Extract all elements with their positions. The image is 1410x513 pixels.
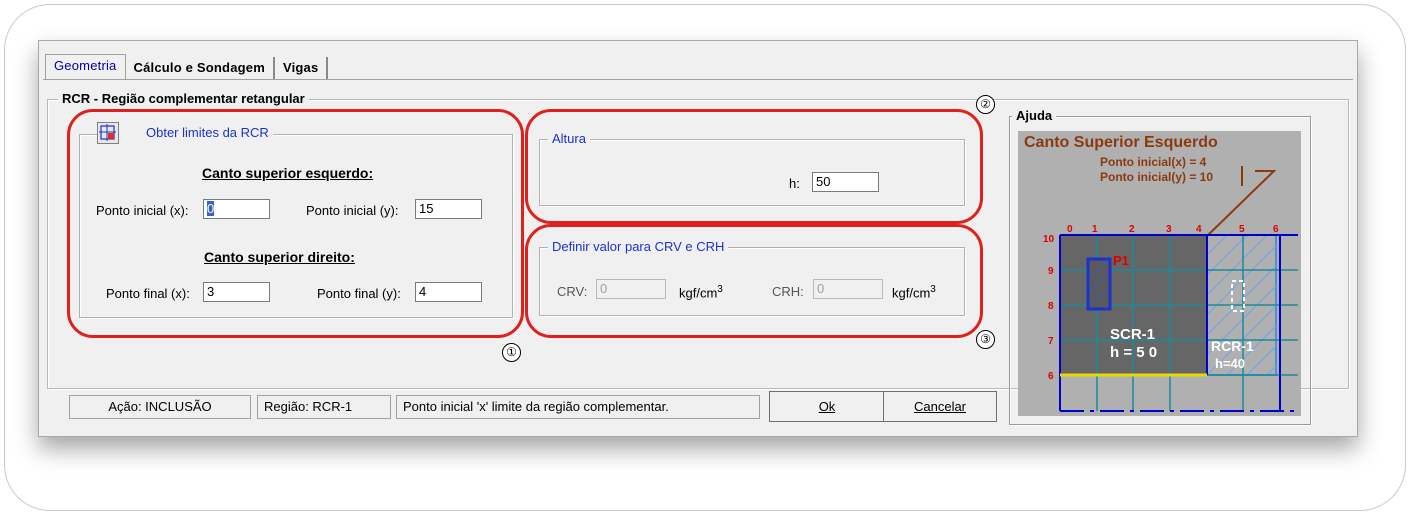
- help-title: Ajuda: [1012, 108, 1057, 123]
- tab-geometria[interactable]: Geometria: [45, 54, 126, 79]
- p1-rect: [1086, 257, 1112, 311]
- dialog-window: Geometria Cálculo e Sondagem Vigas RCR -…: [38, 40, 1358, 437]
- cancel-label: Cancelar: [913, 399, 967, 414]
- status-regiao: Região: RCR-1: [257, 395, 391, 419]
- tick-y-8: 8: [1048, 301, 1054, 312]
- tab-calculo-sondagem[interactable]: Cálculo e Sondagem: [126, 57, 275, 79]
- annotation-box-3: [525, 224, 983, 338]
- tick-y-9: 9: [1048, 266, 1054, 277]
- tick-y-6: 6: [1048, 371, 1054, 382]
- rcr-h-label: h=40: [1215, 356, 1245, 371]
- tick-x-5: 5: [1239, 224, 1245, 235]
- tick-x-6: 6: [1273, 224, 1279, 235]
- marker-1: ①: [502, 343, 521, 362]
- tick-x-2: 2: [1129, 224, 1135, 235]
- rcr-group-title: RCR - Região complementar retangular: [58, 91, 309, 106]
- cancel-button[interactable]: Cancelar: [883, 391, 997, 422]
- tick-x-3: 3: [1166, 224, 1172, 235]
- annotation-box-1: [67, 109, 524, 338]
- scr-label: SCR-1: [1110, 326, 1155, 343]
- tick-y-10: 10: [1043, 234, 1055, 245]
- marker-3: ③: [976, 330, 995, 349]
- help-line1: Ponto inicial(x) = 4: [1100, 155, 1207, 169]
- annotation-box-2: [525, 109, 983, 224]
- status-message: Ponto inicial 'x' limite da região compl…: [396, 395, 760, 419]
- ok-label: Ok: [818, 399, 836, 414]
- marker-2: ②: [976, 95, 995, 114]
- status-acao: Ação: INCLUSÃO: [69, 395, 251, 419]
- rcr-label: RCR-1: [1211, 338, 1254, 354]
- tick-x-0: 0: [1067, 224, 1073, 235]
- tick-x-4: 4: [1196, 224, 1202, 235]
- help-heading: Canto Superior Esquerdo: [1024, 134, 1218, 151]
- p1-label: P1: [1113, 253, 1129, 268]
- tab-divider: [43, 79, 1353, 80]
- ok-button[interactable]: Ok: [769, 391, 885, 422]
- help-diagram: Canto Superior Esquerdo Ponto inicial(x)…: [1018, 131, 1301, 416]
- scr-h-label: h = 5 0: [1110, 344, 1157, 361]
- tick-x-1: 1: [1092, 224, 1098, 235]
- tab-vigas[interactable]: Vigas: [275, 57, 329, 79]
- help-line2: Ponto inicial(y) = 10: [1100, 170, 1213, 184]
- tick-y-7: 7: [1048, 336, 1054, 347]
- tab-bar: Geometria Cálculo e Sondagem Vigas: [45, 53, 329, 79]
